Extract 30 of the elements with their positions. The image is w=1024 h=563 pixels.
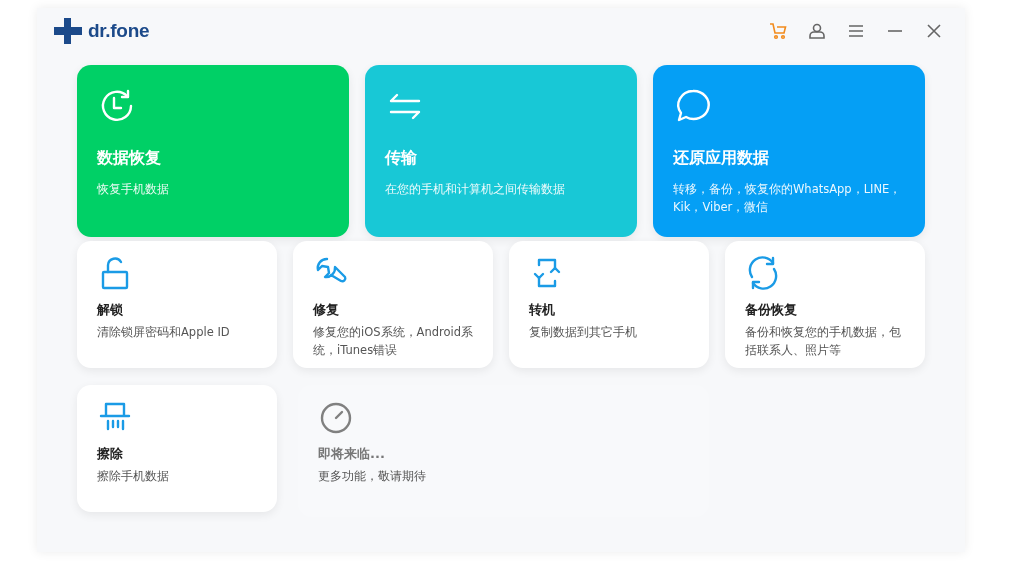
minimize-icon [887, 29, 903, 33]
card-title: 修复 [313, 301, 340, 319]
tool-card[interactable]: 擦除 擦除手机数据 [77, 385, 277, 512]
card-title: 还原应用数据 [673, 148, 770, 169]
user-icon [808, 22, 826, 40]
card-title: 数据恢复 [97, 148, 162, 169]
card-description: 清除锁屏密码和Apple ID [97, 324, 231, 341]
card-title: 即将来临... [318, 445, 386, 463]
cart-icon [769, 22, 787, 40]
card-description: 擦除手机数据 [97, 468, 170, 485]
tool-card[interactable]: 转机 复制数据到其它手机 [509, 241, 709, 368]
card-description: 修复您的iOS系统，Android系统，iTunes错误 [313, 324, 473, 359]
menu-icon [848, 24, 864, 38]
card-title: 解锁 [97, 301, 124, 319]
card-description: 在您的手机和计算机之间传输数据 [385, 181, 566, 198]
card-title: 传输 [385, 148, 418, 169]
tool-card[interactable]: 修复 修复您的iOS系统，Android系统，iTunes错误 [293, 241, 493, 368]
card-description: 更多功能，敬请期待 [318, 468, 427, 485]
tool-card[interactable]: 解锁 清除锁屏密码和Apple ID [77, 241, 277, 368]
card-description: 复制数据到其它手机 [529, 324, 638, 341]
close-icon [927, 24, 941, 38]
app-logo-text: dr.fone [88, 20, 150, 42]
card-description: 转移，备份，恢复你的WhatsApp，LINE，Kik，Viber，微信 [673, 181, 903, 216]
card-title: 转机 [529, 301, 556, 319]
card-title: 擦除 [97, 445, 124, 463]
logo-cross-icon [54, 18, 82, 44]
card-description: 备份和恢复您的手机数据，包括联系人、照片等 [745, 324, 902, 359]
tool-card[interactable]: 备份恢复 备份和恢复您的手机数据，包括联系人、照片等 [725, 241, 925, 368]
card-title: 备份恢复 [745, 301, 798, 319]
card-description: 恢复手机数据 [97, 181, 170, 198]
